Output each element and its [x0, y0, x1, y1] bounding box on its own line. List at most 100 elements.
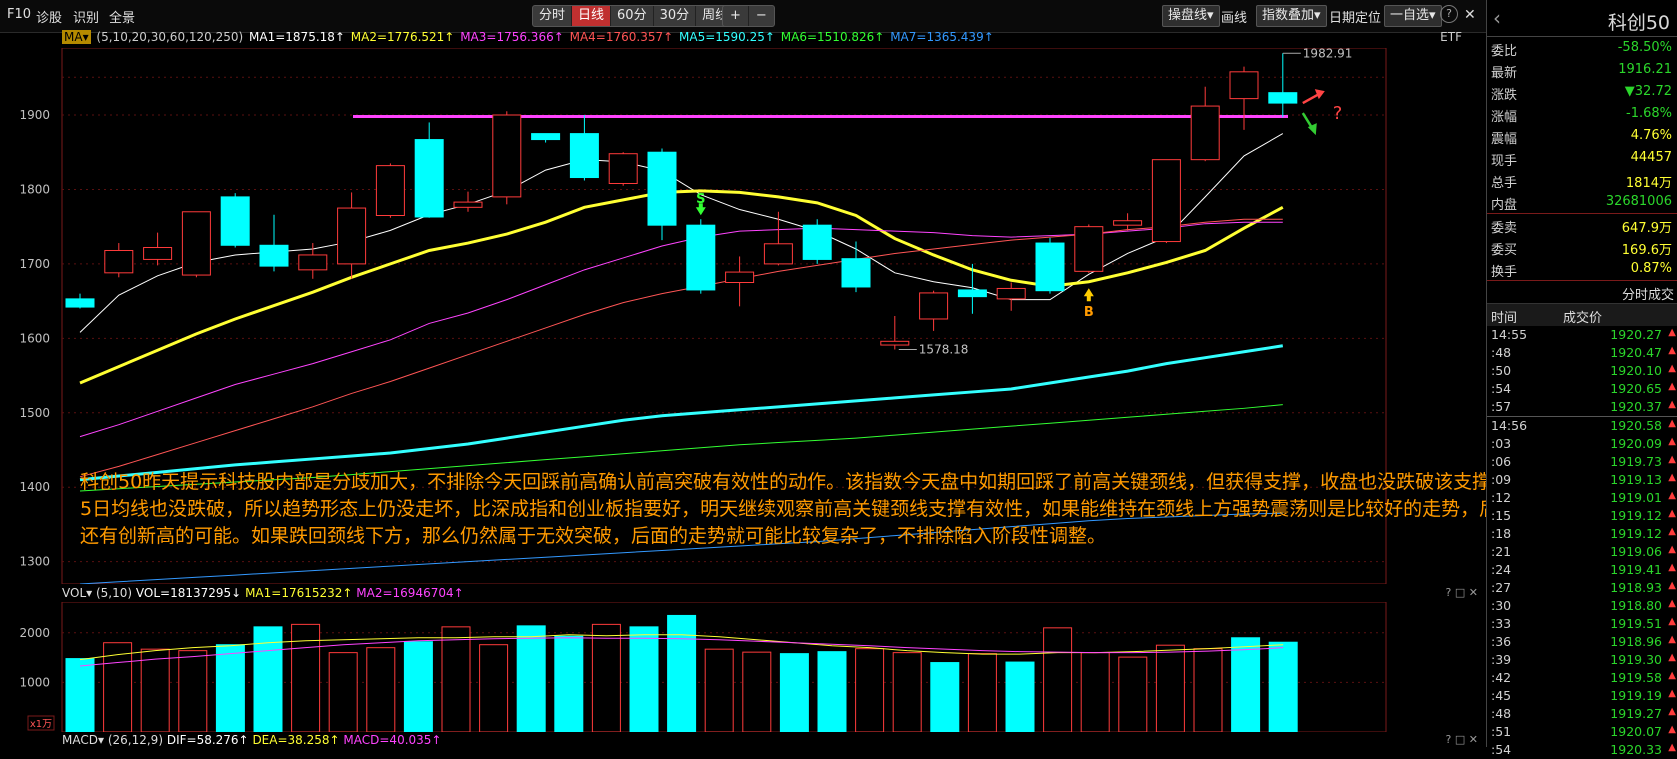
candle-body	[802, 224, 832, 260]
volume-bar	[554, 635, 584, 732]
order-row: 委卖 647.9万	[1487, 214, 1677, 236]
diagnose-button[interactable]: 诊股	[36, 7, 62, 26]
vol-selector[interactable]: VOL▾	[62, 586, 92, 600]
period-30min[interactable]: 30分	[654, 6, 697, 26]
ma-params: (5,10,20,30,60,120,250)	[96, 30, 244, 44]
quote-row: 现手 44457	[1487, 147, 1677, 169]
high-label: 1982.91	[1303, 48, 1353, 60]
quote-row: 委比 -58.50%	[1487, 37, 1677, 59]
y-tick-label: 1500	[19, 406, 50, 420]
candle-body	[957, 289, 987, 298]
volume-bar	[178, 650, 208, 732]
candle	[686, 219, 716, 294]
candle	[375, 163, 405, 218]
order-row-label: 委买	[1491, 243, 1518, 258]
y-tick-label: 1600	[19, 331, 50, 345]
etf-label[interactable]: ETF	[1440, 30, 1462, 44]
ticks-title: 分时成交	[1621, 288, 1674, 303]
zoom-out-button[interactable]: −	[749, 6, 774, 26]
draw-line-button[interactable]: 画线	[1221, 7, 1247, 26]
tick-time: :18	[1491, 526, 1512, 541]
candle	[1113, 213, 1143, 231]
volume-bar	[855, 648, 885, 732]
period-60min[interactable]: 60分	[611, 6, 654, 26]
tick-time: :54	[1491, 742, 1512, 757]
tick-price: 1919.51	[1610, 616, 1662, 631]
identify-button[interactable]: 识别	[73, 7, 99, 26]
volume-bar	[366, 647, 396, 732]
tick-row: :51 1920.07 ▲	[1487, 723, 1677, 741]
tick-time: :51	[1491, 724, 1512, 739]
tick-time: :57	[1491, 399, 1512, 414]
order-row-label: 换手	[1491, 265, 1518, 280]
volume-y-tick: 2000	[19, 626, 50, 640]
tick-price: 1920.37	[1610, 399, 1662, 414]
volume-bar	[140, 648, 170, 732]
tick-price: 1919.12	[1610, 526, 1662, 541]
help-icon[interactable]: ?	[1440, 5, 1458, 23]
volume-bar	[667, 614, 697, 732]
tick-row: :09 1919.13 ▲	[1487, 471, 1677, 489]
tick-time: :36	[1491, 634, 1512, 649]
tick-row: :42 1919.58 ▲	[1487, 669, 1677, 687]
ma1-label: MA1=1875.18↑	[249, 30, 345, 44]
ma-selector[interactable]: MA▾	[62, 30, 91, 44]
order-row-value: 169.6万	[1621, 243, 1672, 258]
tick-time: :45	[1491, 688, 1512, 703]
quote-row-value: -58.50%	[1617, 40, 1672, 55]
f10-button[interactable]: F10	[7, 7, 31, 22]
vol-params: (5,10)	[95, 586, 133, 600]
macd-pane-controls[interactable]: ? □ ✕	[1446, 733, 1478, 746]
quote-row: 总手 1814万	[1487, 169, 1677, 191]
tick-row: :36 1918.96 ▲	[1487, 633, 1677, 651]
candle	[453, 191, 483, 212]
tick-price: 1920.47	[1610, 345, 1662, 360]
tick-up-icon: ▲	[1668, 345, 1676, 356]
vol-pane-controls[interactable]: ? □ ✕	[1446, 586, 1478, 599]
volume-bar	[403, 641, 433, 732]
low-label: 1578.18	[919, 343, 969, 357]
tick-up-icon: ▲	[1668, 526, 1676, 537]
volume-bar	[441, 626, 471, 732]
zoom-in-button[interactable]: +	[723, 6, 749, 26]
period-intraday[interactable]: 分时	[533, 6, 573, 26]
macd-selector[interactable]: MACD▾	[62, 733, 104, 747]
quote-row-label: 内盘	[1491, 198, 1518, 213]
candle-body	[608, 153, 638, 184]
tick-row: :48 1919.27 ▲	[1487, 705, 1677, 723]
zoom-controls: + −	[722, 5, 775, 27]
tick-price: 1920.33	[1610, 742, 1662, 757]
ma4-label: MA4=1760.357↑	[569, 30, 674, 44]
watchlist-dropdown[interactable]: 一自选▾	[1384, 5, 1442, 27]
candle-body	[1190, 105, 1220, 161]
tick-row: :24 1919.41 ▲	[1487, 561, 1677, 579]
panorama-button[interactable]: 全景	[109, 7, 135, 26]
macd-params: (26,12,9)	[107, 733, 163, 747]
tick-up-icon: ▲	[1668, 688, 1676, 699]
y-tick-label: 1800	[19, 182, 50, 196]
tick-time: 14:56	[1491, 418, 1528, 433]
volume-chart[interactable]: 2000 1000 x1万	[0, 602, 1486, 732]
candle-body	[531, 133, 561, 141]
candle	[181, 211, 211, 278]
vol-ma1: MA1=17615232↑	[245, 586, 353, 600]
tick-price: 1918.93	[1610, 580, 1662, 595]
tick-up-icon: ▲	[1668, 399, 1676, 410]
quote-row: 涨幅 -1.68%	[1487, 103, 1677, 125]
volume-legend-bar: VOL▾ (5,10) VOL=18137295↓ MA1=17615232↑ …	[62, 586, 1486, 602]
trading-line-dropdown[interactable]: 操盘线▾	[1162, 5, 1220, 27]
period-daily[interactable]: 日线	[572, 6, 612, 26]
y-tick-label: 1300	[19, 555, 50, 569]
tick-up-icon: ▲	[1668, 544, 1676, 555]
tick-price: 1919.12	[1610, 508, 1662, 523]
tick-up-icon: ▲	[1668, 562, 1676, 573]
ticks-list[interactable]: 14:55 1920.27 ▲:48 1920.47 ▲:50 1920.10 ▲:54 19…	[1487, 326, 1677, 759]
date-locate-button[interactable]: 日期定位	[1329, 7, 1381, 26]
back-chevron-icon[interactable]: ‹	[1493, 6, 1501, 30]
candle-body	[181, 211, 211, 276]
close-icon[interactable]: ✕	[1464, 7, 1476, 23]
order-row: 换手 0.87%	[1487, 258, 1677, 280]
index-overlay-dropdown[interactable]: 指数叠加▾	[1256, 5, 1327, 27]
candle-body	[65, 298, 95, 308]
candle-body	[880, 340, 910, 346]
